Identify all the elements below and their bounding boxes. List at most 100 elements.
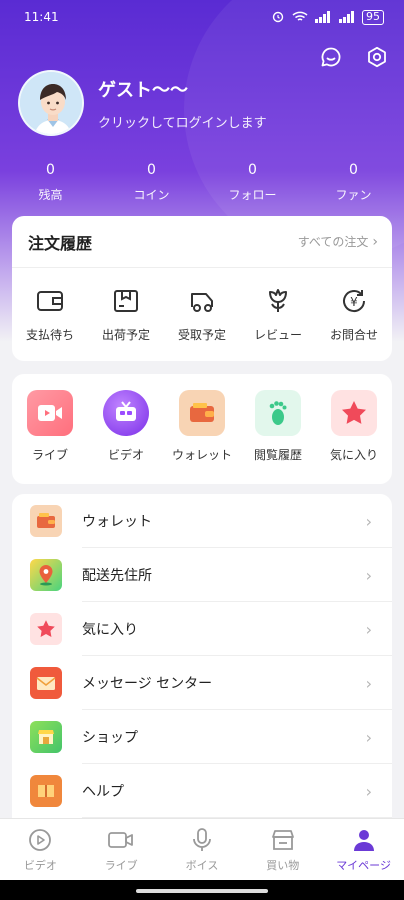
order-label: お問合せ [329,328,378,342]
order-status-row: 支払待ち 出荷予定 受取予定 レビュー ¥ お問合せ [12,268,392,343]
quick-access-card: ライブ ビデオ ウォレット 閲覧履歴 気に入り [12,374,392,484]
tab-label: ボイス [185,859,219,872]
yen-refund-icon: ¥ [337,284,371,318]
order-history-title: 注文履歴 [28,233,93,253]
order-to-receive[interactable]: 受取予定 [164,284,240,343]
stat-fans[interactable]: 0 ファン [303,162,404,203]
order-label: レビュー [253,328,302,342]
quick-label: 閲覧履歴 [253,448,302,462]
stat-value: 0 [349,162,358,178]
quick-live[interactable]: ライブ [12,390,88,484]
menu-item-address[interactable]: 配送先住所 › [12,548,392,602]
chevron-right-icon: › [365,673,372,693]
home-handle[interactable] [136,889,268,893]
battery-icon: 95 [362,9,384,25]
menu-item-messages[interactable]: メッセージ センター › [12,656,392,710]
tab-shopping[interactable]: 買い物 [242,819,323,880]
tab-label: 買い物 [266,859,300,872]
settings-menu: ウォレット › 配送先住所 › 気に入り › メッセージ センター › ショップ… [12,494,392,824]
profile-name: ゲスト〜〜 [98,79,188,101]
all-orders-label: すべての注文 [297,235,369,249]
tab-video[interactable]: ビデオ [0,819,81,880]
quick-video[interactable]: ビデオ [88,390,164,484]
tab-voice[interactable]: ボイス [162,819,243,880]
all-orders-link[interactable]: すべての注文 › [298,233,378,250]
menu-item-shop[interactable]: ショップ › [12,710,392,764]
stat-label: ファン [335,188,372,202]
quick-history[interactable]: 閲覧履歴 [240,390,316,484]
quick-favorites[interactable]: 気に入り [316,390,392,484]
chevron-right-icon: › [365,565,372,585]
order-to-ship[interactable]: 出荷予定 [88,284,164,343]
menu-label: 配送先住所 [82,568,152,584]
shop-icon [30,721,62,753]
user-avatar-icon [20,72,82,134]
stat-value: 0 [147,162,156,178]
svg-text:¥: ¥ [350,295,358,309]
menu-item-help[interactable]: ヘルプ › [12,764,392,818]
stat-value: 0 [248,162,257,178]
status-bar: 11:41 95 [0,0,404,34]
stat-following[interactable]: 0 フォロー [202,162,303,203]
quick-label: ウォレット [171,448,232,462]
menu-label: ウォレット [82,514,152,530]
quick-label: ライブ [31,448,68,462]
package-icon [109,284,143,318]
profile-section[interactable]: ゲスト〜〜 クリックしてログインします [18,70,267,136]
settings-button[interactable] [364,44,390,70]
chevron-right-icon: › [365,781,372,801]
signal-icon [315,11,330,23]
help-book-icon [30,775,62,807]
stat-value: 0 [46,162,55,178]
envelope-icon [30,667,62,699]
stats-row: 0 残高 0 コイン 0 フォロー 0 ファン [0,162,404,203]
quick-wallet[interactable]: ウォレット [164,390,240,484]
flower-icon [261,284,295,318]
tv-icon [103,390,149,436]
tab-live[interactable]: ライブ [81,819,162,880]
menu-label: メッセージ センター [82,676,213,692]
play-circle-icon [26,827,54,853]
login-prompt[interactable]: クリックしてログインします [98,112,267,131]
stat-label: フォロー [228,188,277,202]
status-time: 11:41 [24,10,59,24]
video-camera-icon [27,390,73,436]
avatar[interactable] [18,70,84,136]
chat-bubble-icon [321,47,341,67]
star-icon [331,390,377,436]
menu-item-wallet[interactable]: ウォレット › [12,494,392,548]
order-review[interactable]: レビュー [240,284,316,343]
order-label: 出荷予定 [101,328,150,342]
user-icon [350,827,378,853]
order-inquiry[interactable]: ¥ お問合せ [316,284,392,343]
chevron-right-icon: › [365,727,372,747]
signal-icon [339,11,354,23]
menu-item-favorites[interactable]: 気に入り › [12,602,392,656]
chat-button[interactable] [318,44,344,70]
stat-label: 残高 [38,188,63,202]
microphone-icon [188,827,216,853]
tab-mypage[interactable]: マイページ [323,819,404,880]
order-label: 支払待ち [25,328,74,342]
menu-label: ヘルプ [82,784,124,800]
status-icons: 95 [270,9,384,25]
wifi-icon [292,11,308,21]
system-navigation-bar [0,880,404,900]
store-icon [269,827,297,853]
order-pending-payment[interactable]: 支払待ち [12,284,88,343]
order-label: 受取予定 [177,328,226,342]
alarm-icon [272,11,284,23]
star-icon [30,613,62,645]
tab-label: ビデオ [23,859,57,872]
battery-level: 95 [366,9,380,23]
chevron-right-icon: › [365,511,372,531]
menu-label: 気に入り [82,622,138,638]
quick-label: 気に入り [329,448,378,462]
chevron-right-icon: › [372,233,378,250]
wallet-icon [33,284,67,318]
order-history-header: 注文履歴 すべての注文 › [12,216,392,268]
profile-text: ゲスト〜〜 クリックしてログインします [98,76,267,131]
tab-label: ライブ [104,859,138,872]
stat-balance[interactable]: 0 残高 [0,162,101,203]
stat-coins[interactable]: 0 コイン [101,162,202,203]
